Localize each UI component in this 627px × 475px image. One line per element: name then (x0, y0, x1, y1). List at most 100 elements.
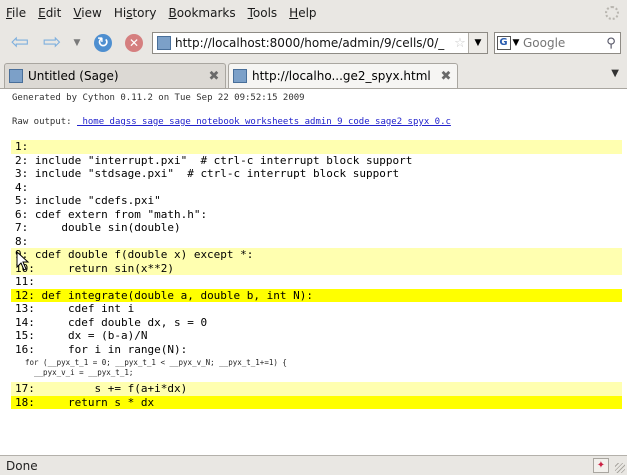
page-content: Generated by Cython 0.11.2 on Tue Sep 22… (0, 89, 627, 455)
stop-button[interactable]: ✕ (121, 32, 147, 54)
menu-item[interactable]: Edit (32, 6, 67, 20)
tab-bar: Untitled (Sage) ✖ http://localho...ge2_s… (0, 60, 627, 89)
google-icon: G (496, 36, 511, 50)
status-text: Done (6, 458, 38, 473)
line-code: s += f(a+i*dx) (41, 382, 188, 395)
menu-item[interactable]: File (0, 6, 32, 20)
raw-output-label: Raw output: (12, 117, 72, 127)
url-history-dropdown[interactable]: ▼ (468, 33, 487, 53)
search-engine-selector[interactable]: G ▼ (495, 33, 521, 53)
line-number: 5: (15, 194, 29, 207)
navigation-toolbar: ⇦ ⇨ ▼ ↻ ✕ http://localhost:8000/home/adm… (0, 26, 627, 61)
menu-item[interactable]: Help (283, 6, 322, 20)
line-number: 6: (15, 207, 29, 221)
menu-item[interactable]: Bookmarks (163, 6, 242, 20)
line-code: def integrate(double a, double b, int N)… (41, 288, 314, 302)
chevron-down-icon: ▼ (512, 38, 520, 48)
line-number: 15: (15, 329, 35, 342)
site-favicon-icon (157, 36, 171, 50)
line-number: 1: (15, 140, 29, 153)
code-line[interactable]: 3: include "stdsage.pxi" # ctrl-c interr… (11, 167, 622, 181)
line-code: include "interrupt.pxi" # ctrl-c interru… (34, 153, 413, 167)
line-number: 3: (15, 167, 29, 180)
tab-favicon-icon (233, 69, 247, 83)
line-code: cdef double dx, s = 0 (41, 315, 208, 329)
code-line[interactable]: 16: for i in range(N): (11, 343, 622, 357)
code-line[interactable]: 7: double sin(double) (11, 221, 622, 235)
line-code: cdef double f(double x) except *: (34, 248, 254, 261)
tab-list-dropdown-icon[interactable]: ▼ (611, 68, 619, 79)
tab-untitled-sage[interactable]: Untitled (Sage) ✖ (4, 63, 226, 88)
chevron-down-icon: ▼ (474, 38, 482, 48)
activity-throbber-icon (605, 6, 619, 20)
history-dropdown-button[interactable]: ▼ (70, 32, 84, 54)
code-line[interactable]: 2: include "interrupt.pxi" # ctrl-c inte… (11, 154, 622, 168)
line-code: dx = (b-a)/N (41, 329, 148, 342)
star-icon[interactable]: ☆ (452, 36, 468, 51)
close-tab-icon[interactable]: ✖ (203, 69, 225, 84)
back-button[interactable]: ⇦ (6, 32, 34, 54)
url-text[interactable]: http://localhost:8000/home/admin/9/cells… (175, 36, 452, 50)
code-line[interactable]: 1: (11, 140, 622, 154)
code-line[interactable]: 18: return s * dx (11, 395, 622, 409)
generated-by-line: Generated by Cython 0.11.2 on Tue Sep 22… (12, 93, 305, 103)
line-code: return s * dx (41, 395, 155, 409)
code-line[interactable]: 13: cdef int i (11, 302, 622, 316)
chevron-down-icon: ▼ (73, 38, 81, 48)
annotated-source: 1: 2: include "interrupt.pxi" # ctrl-c i… (11, 140, 622, 409)
raw-output-link[interactable]: _home_dagss_sage_sage_notebook_worksheet… (77, 117, 451, 127)
addon-status-icon[interactable]: ✦ (593, 458, 609, 473)
line-number: 17: (15, 382, 35, 395)
tab-spyx-html[interactable]: http://localho...ge2_spyx.html ✖ (228, 63, 458, 88)
menu-bar: File Edit View History Bookmarks Tools Help (0, 0, 627, 26)
close-tab-icon[interactable]: ✖ (435, 69, 457, 84)
code-line[interactable]: 15: dx = (b-a)/N (11, 329, 622, 343)
stop-icon: ✕ (125, 34, 143, 52)
line-number: 4: (15, 180, 29, 194)
search-input[interactable] (521, 35, 602, 51)
code-line[interactable]: 10: return sin(x**2) (11, 261, 622, 275)
code-line[interactable]: 8: (11, 235, 622, 249)
line-number: 16: (15, 342, 35, 356)
generated-c-code: for (__pyx_t_1 = 0; __pyx_t_1 < __pyx_v_… (25, 358, 287, 377)
raw-output-line: Raw output: _home_dagss_sage_sage_notebo… (12, 117, 451, 127)
line-code: cdef int i (41, 302, 135, 315)
code-line[interactable]: 14: cdef double dx, s = 0 (11, 316, 622, 330)
line-number: 7: (15, 221, 29, 234)
menu-item[interactable]: History (108, 6, 163, 20)
line-number: 12: (15, 288, 35, 302)
search-bar[interactable]: G▼ ⚲ (494, 32, 621, 54)
reload-icon: ↻ (94, 34, 112, 52)
line-number: 14: (15, 315, 35, 329)
back-arrow-icon: ⇦ (10, 30, 30, 55)
magnifier-icon[interactable]: ⚲ (602, 36, 620, 51)
line-number: 8: (15, 234, 29, 248)
forward-button[interactable]: ⇨ (38, 32, 66, 54)
line-code: include "stdsage.pxi" # ctrl-c interrupt… (34, 167, 400, 180)
line-number: 18: (15, 395, 35, 409)
reload-button[interactable]: ↻ (90, 32, 116, 54)
line-code: cdef extern from "math.h": (34, 207, 208, 221)
url-bar[interactable]: http://localhost:8000/home/admin/9/cells… (152, 32, 488, 54)
line-number: 11: (15, 275, 35, 288)
tab-title: http://localho...ge2_spyx.html (252, 69, 431, 83)
code-line[interactable]: 11: (11, 275, 622, 289)
line-code: for i in range(N): (41, 342, 188, 356)
line-code: double sin(double) (34, 221, 181, 234)
mouse-pointer-icon (16, 251, 30, 271)
code-line[interactable]: 17: s += f(a+i*dx) (11, 382, 622, 396)
code-line[interactable]: 6: cdef extern from "math.h": (11, 208, 622, 222)
code-line[interactable]: 5: include "cdefs.pxi" (11, 194, 622, 208)
code-line[interactable]: 12: def integrate(double a, double b, in… (11, 288, 622, 302)
code-line[interactable]: 9: cdef double f(double x) except *: (11, 248, 622, 262)
forward-arrow-icon: ⇨ (42, 30, 62, 55)
status-bar: Done ✦ (0, 455, 627, 475)
line-code: include "cdefs.pxi" (34, 194, 161, 207)
menu-item[interactable]: View (67, 6, 107, 20)
tab-title: Untitled (Sage) (28, 69, 119, 83)
menu-item[interactable]: Tools (242, 6, 284, 20)
line-number: 2: (15, 153, 29, 167)
code-line[interactable]: 4: (11, 181, 622, 195)
resize-grip[interactable] (615, 463, 625, 473)
line-number: 13: (15, 302, 35, 315)
